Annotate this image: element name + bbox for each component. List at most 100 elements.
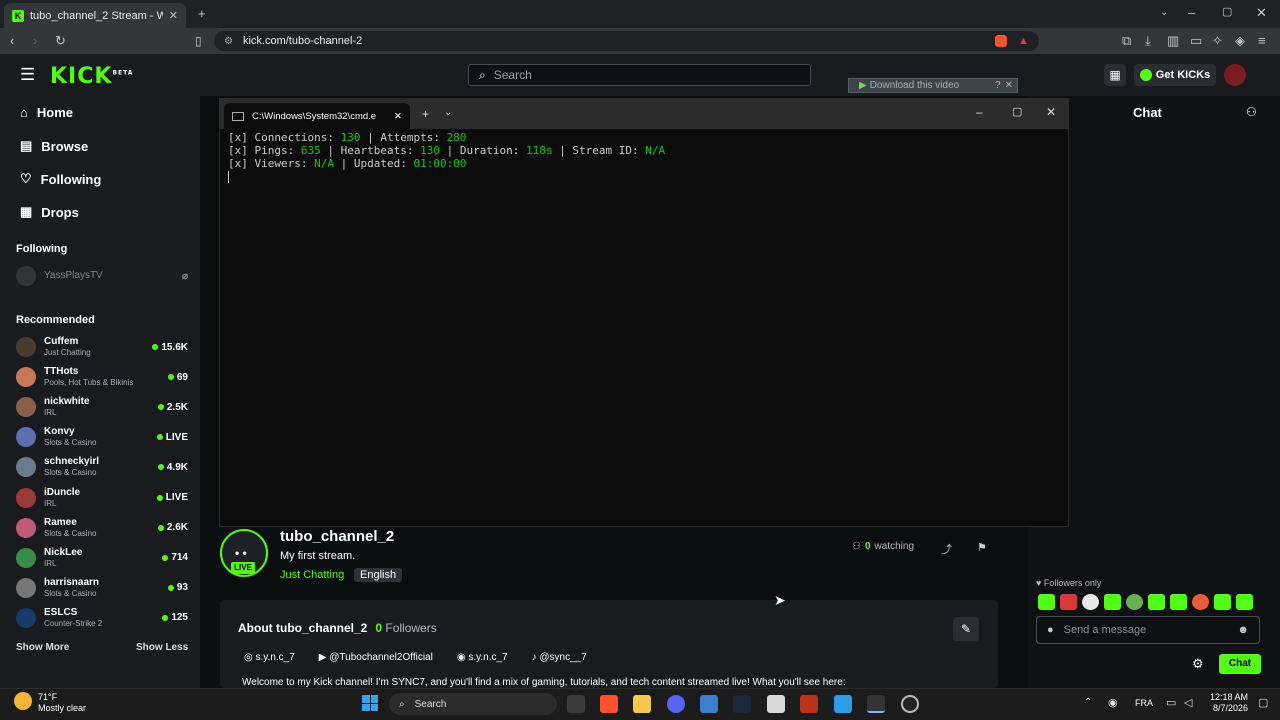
emote-icon[interactable]: [1148, 594, 1165, 610]
chat-send-button[interactable]: Chat: [1219, 654, 1261, 674]
back-icon[interactable]: ‹: [10, 33, 14, 48]
url-bar[interactable]: ⚙ kick.com/tubo-channel-2: [214, 31, 1039, 51]
tab-search-icon[interactable]: ⌄: [1160, 7, 1168, 18]
maximize-icon[interactable]: ▢: [1012, 105, 1022, 118]
show-less-button[interactable]: Show Less: [136, 642, 188, 653]
nav-home[interactable]: ⌂ Home: [20, 105, 73, 120]
sidebar-toggle-icon[interactable]: ▥: [1167, 33, 1179, 49]
terminal-cursor[interactable]: [228, 171, 229, 183]
download-video-button[interactable]: ▶ Download this video ? ✕: [848, 78, 1018, 93]
weather-widget[interactable]: 71°F Mostly clear: [38, 692, 86, 714]
close-window-icon[interactable]: ✕: [1256, 5, 1267, 21]
nav-browse[interactable]: ▤ Browse: [20, 138, 88, 154]
brave-shield-icon[interactable]: [995, 35, 1007, 47]
recommended-item[interactable]: NickLee IRL 714: [16, 545, 188, 571]
social-tiktok[interactable]: ♪ @sync__7: [532, 652, 587, 663]
terminal-app-icon[interactable]: [867, 695, 885, 713]
winrar-icon[interactable]: [800, 695, 818, 713]
recommended-item[interactable]: harrisnaarn Slots & Casino 93: [16, 575, 188, 601]
emote-icon[interactable]: [1236, 594, 1253, 610]
following-item[interactable]: YassPlaysTV ⌀: [16, 263, 188, 289]
language-indicator[interactable]: FRA: [1135, 698, 1153, 708]
close-tab-icon[interactable]: ✕: [394, 111, 402, 122]
emote-icon[interactable]: [1170, 594, 1187, 610]
show-more-button[interactable]: Show More: [16, 642, 69, 653]
bookmark-icon[interactable]: ▯: [195, 34, 202, 48]
social-youtube[interactable]: ▶ @Tubochannel2Official: [319, 652, 433, 663]
channel-name[interactable]: tubo_channel_2: [280, 528, 394, 545]
store-icon[interactable]: [700, 695, 718, 713]
extensions-icon[interactable]: ⧉: [1122, 33, 1131, 49]
recommended-item[interactable]: Konvy Slots & Casino LIVE: [16, 424, 188, 450]
social-instagram[interactable]: ◎ s.y.n.c_7: [244, 652, 295, 663]
steam-icon[interactable]: [733, 695, 751, 713]
recommended-item[interactable]: iDuncle IRL LIVE: [16, 485, 188, 511]
recommended-item[interactable]: Ramee Slots & Casino 2.6K: [16, 515, 188, 541]
emote-icon[interactable]: [1082, 594, 1099, 610]
downloads-icon[interactable]: ⤓: [1145, 33, 1151, 49]
close-window-icon[interactable]: ✕: [1046, 105, 1056, 119]
nav-following[interactable]: ♡ Following: [20, 171, 101, 187]
reload-icon[interactable]: ↻: [55, 33, 66, 49]
share-icon[interactable]: ⤴: [941, 541, 952, 557]
discord-app-icon[interactable]: [667, 695, 685, 713]
chat-message-input[interactable]: ● Send a message ☻: [1036, 616, 1260, 644]
kick-logo[interactable]: KICKBETA: [50, 64, 133, 89]
user-avatar[interactable]: [1224, 64, 1246, 86]
category-link[interactable]: Just Chatting: [280, 569, 344, 581]
emoji-icon[interactable]: ☻: [1237, 624, 1249, 636]
nav-drops[interactable]: ▦ Drops: [20, 204, 79, 220]
menu-icon[interactable]: ≡: [1258, 33, 1266, 48]
tab-dropdown-icon[interactable]: ⌄: [444, 107, 452, 118]
leo-icon[interactable]: ✧: [1212, 33, 1223, 49]
dashboard-icon[interactable]: ▦: [1104, 64, 1126, 86]
language-tag[interactable]: English: [354, 568, 403, 582]
emote-icon[interactable]: [1214, 594, 1231, 610]
social-discord[interactable]: ◉ s.y.n.c_7: [457, 652, 508, 663]
notifications-icon[interactable]: ▢: [1258, 696, 1268, 709]
file-explorer-icon[interactable]: [633, 695, 651, 713]
close-tab-icon[interactable]: ✕: [169, 9, 178, 22]
minimize-icon[interactable]: –: [1188, 5, 1195, 20]
emote-picker-icon[interactable]: ●: [1047, 624, 1054, 636]
emote-icon[interactable]: [1060, 594, 1077, 610]
recommended-item[interactable]: TTHots Pools, Hot Tubs & Bikinis 69: [16, 364, 188, 390]
chat-settings-icon[interactable]: ⚙: [1192, 656, 1204, 672]
get-kicks-button[interactable]: Get KICKs: [1134, 64, 1216, 86]
tray-overflow-icon[interactable]: ⌃: [1084, 697, 1092, 708]
browser-tab[interactable]: K tubo_channel_2 Stream - Watch ✕: [4, 3, 186, 28]
obs-icon[interactable]: [901, 695, 919, 713]
close-icon[interactable]: ✕: [1005, 80, 1013, 91]
cmd-tab[interactable]: C:\Windows\System32\cmd.e ✕: [224, 103, 410, 129]
report-icon[interactable]: ⚑: [977, 541, 987, 554]
recommended-item[interactable]: Cuffem Just Chatting 15.6K: [16, 334, 188, 360]
maximize-icon[interactable]: ▢: [1222, 5, 1232, 18]
chat-users-icon[interactable]: ⚇: [1246, 105, 1257, 119]
help-icon[interactable]: ?: [995, 80, 1001, 91]
task-view-icon[interactable]: [567, 695, 585, 713]
wallet-icon[interactable]: ▭: [1190, 33, 1202, 49]
emote-icon[interactable]: [1104, 594, 1121, 610]
tray-discord-icon[interactable]: ◉: [1108, 696, 1118, 709]
network-icon[interactable]: ▭: [1166, 696, 1176, 709]
clock[interactable]: 12:18 AM 8/7/2026: [1208, 692, 1248, 714]
recommended-item[interactable]: ESLCS Counter-Strike 2 125: [16, 605, 188, 631]
new-tab-icon[interactable]: +: [198, 6, 206, 21]
forward-icon[interactable]: ›: [33, 33, 37, 48]
notepad-icon[interactable]: [834, 695, 852, 713]
minimize-icon[interactable]: –: [976, 105, 983, 119]
emote-icon[interactable]: [1126, 594, 1143, 610]
brave-browser-icon[interactable]: [600, 695, 618, 713]
capcut-icon[interactable]: [767, 695, 785, 713]
windows-start-icon[interactable]: [362, 695, 378, 711]
brave-rewards-icon[interactable]: ▲: [1018, 35, 1029, 47]
recommended-item[interactable]: nickwhite IRL 2.5K: [16, 394, 188, 420]
new-tab-icon[interactable]: +: [422, 107, 429, 121]
search-input[interactable]: ⌕ Search: [468, 64, 811, 86]
edit-icon[interactable]: ✎: [953, 617, 979, 641]
vpn-icon[interactable]: ◈: [1235, 33, 1245, 49]
taskbar-search[interactable]: ⌕ Search: [389, 693, 557, 715]
emote-icon[interactable]: [1038, 594, 1055, 610]
emote-icon[interactable]: [1192, 594, 1209, 610]
recommended-item[interactable]: schneckyirl Slots & Casino 4.9K: [16, 454, 188, 480]
